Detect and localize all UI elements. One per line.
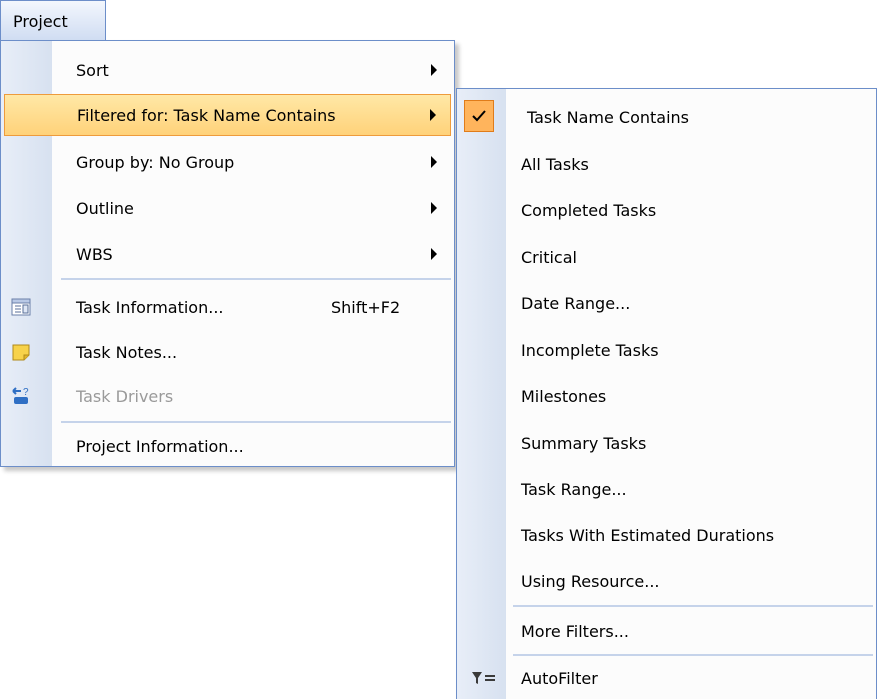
filter-item-task-name-contains[interactable]: Task Name Contains (460, 96, 873, 138)
menu-separator (513, 605, 873, 607)
submenu-arrow-icon (431, 248, 437, 260)
menu-item-label: WBS (76, 244, 113, 264)
menu-item-label: Project Information... (76, 436, 244, 456)
project-menu: Sort Filtered for: Task Name Contains Gr… (0, 40, 455, 467)
filter-item-task-range[interactable]: Task Range... (460, 468, 873, 510)
checkmark-icon (464, 100, 494, 132)
menu-separator (513, 654, 873, 656)
menu-item-label: Critical (521, 247, 577, 267)
menu-item-label: AutoFilter (521, 668, 598, 688)
filter-item-completed-tasks[interactable]: Completed Tasks (460, 189, 873, 231)
filter-item-more-filters[interactable]: More Filters... (460, 610, 873, 652)
filter-item-summary-tasks[interactable]: Summary Tasks (460, 422, 873, 464)
filter-submenu: Task Name Contains All Tasks Completed T… (456, 88, 877, 699)
autofilter-icon (472, 672, 495, 684)
menu-item-label: Task Drivers (76, 386, 174, 406)
menu-item-label: Using Resource... (521, 571, 660, 591)
sticky-note-icon (12, 344, 30, 361)
menu-item-label: Outline (76, 198, 134, 218)
project-menu-label: Project (13, 11, 68, 31)
menu-item-label: Tasks With Estimated Durations (521, 525, 775, 545)
menu-item-group-by[interactable]: Group by: No Group (4, 141, 451, 183)
menu-item-label: All Tasks (521, 154, 589, 174)
filter-item-date-range[interactable]: Date Range... (460, 282, 873, 324)
menu-item-label: Date Range... (521, 293, 631, 313)
submenu-arrow-icon (431, 202, 437, 214)
task-information-icon (11, 298, 31, 316)
menu-item-label: Sort (76, 60, 109, 80)
svg-text:?: ? (23, 387, 29, 398)
menu-item-task-notes[interactable]: Task Notes... (4, 331, 451, 373)
submenu-arrow-icon (431, 64, 437, 76)
menu-item-label: Task Range... (521, 479, 627, 499)
menu-item-label: Task Name Contains (527, 107, 690, 127)
filter-item-incomplete-tasks[interactable]: Incomplete Tasks (460, 329, 873, 371)
filter-item-milestones[interactable]: Milestones (460, 375, 873, 417)
menu-item-label: Summary Tasks (521, 433, 647, 453)
project-menu-button[interactable]: Project (0, 0, 106, 41)
shortcut-label: Shift+F2 (331, 297, 401, 317)
filter-item-tasks-with-estimated-durations[interactable]: Tasks With Estimated Durations (460, 514, 873, 556)
menu-item-outline[interactable]: Outline (4, 187, 451, 229)
menu-item-label: Milestones (521, 386, 607, 406)
menu-item-task-information[interactable]: Task Information... Shift+F2 (4, 286, 451, 328)
filter-item-all-tasks[interactable]: All Tasks (460, 143, 873, 185)
menu-item-label: Completed Tasks (521, 200, 657, 220)
menu-item-label: More Filters... (521, 621, 629, 641)
filter-item-critical[interactable]: Critical (460, 236, 873, 278)
menu-separator (61, 421, 451, 423)
menu-item-label: Filtered for: Task Name Contains (77, 105, 336, 125)
menu-item-filtered-for[interactable]: Filtered for: Task Name Contains (4, 94, 451, 136)
filter-item-using-resource[interactable]: Using Resource... (460, 560, 873, 602)
filter-item-autofilter[interactable]: AutoFilter (460, 657, 873, 699)
submenu-arrow-icon (431, 156, 437, 168)
menu-item-project-information[interactable]: Project Information... (4, 425, 451, 467)
menu-item-label: Group by: No Group (76, 152, 235, 172)
menu-item-wbs[interactable]: WBS (4, 233, 451, 275)
menu-item-label: Incomplete Tasks (521, 340, 659, 360)
menu-item-label: Task Notes... (76, 342, 178, 362)
menu-item-sort[interactable]: Sort (4, 49, 451, 91)
menu-separator (61, 278, 451, 280)
menu-item-label: Task Information... (76, 297, 224, 317)
submenu-arrow-icon (430, 109, 436, 121)
menu-item-task-drivers[interactable]: ? Task Drivers (4, 375, 451, 417)
task-drivers-icon: ? (12, 387, 29, 404)
